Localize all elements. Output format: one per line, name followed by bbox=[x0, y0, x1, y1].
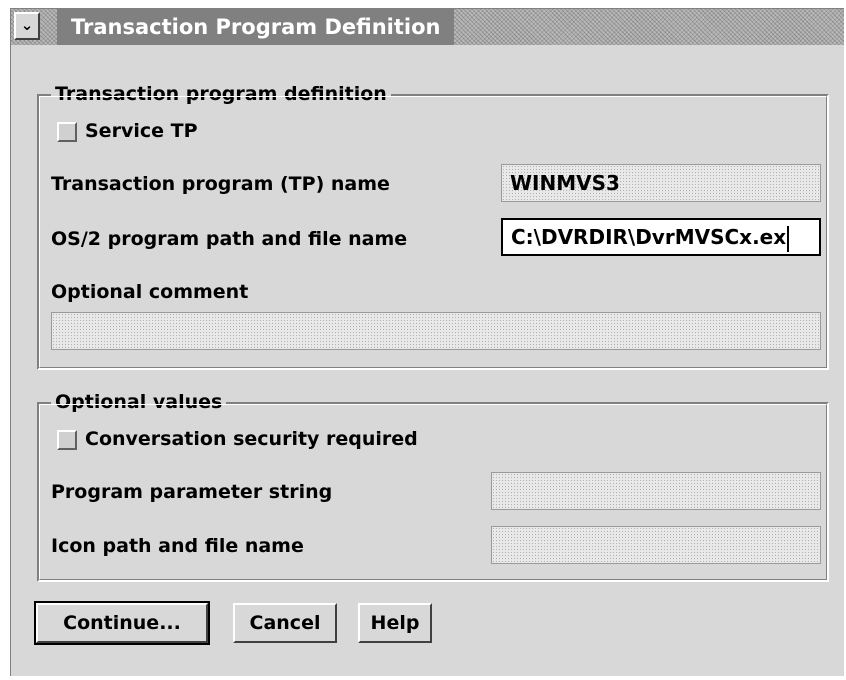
title-bar: ⌄ Transaction Program Definition bbox=[11, 9, 844, 45]
conversation-security-checkbox[interactable] bbox=[57, 430, 77, 450]
icon-path-input[interactable] bbox=[491, 526, 821, 564]
optional-values-group: Optional values Conversation security re… bbox=[37, 387, 829, 582]
help-button[interactable]: Help bbox=[358, 603, 432, 643]
continue-button[interactable]: Continue... bbox=[34, 601, 210, 645]
tp-name-input[interactable]: WINMVS3 bbox=[501, 164, 821, 202]
conversation-security-label[interactable]: Conversation security required bbox=[85, 427, 418, 451]
program-path-label: OS/2 program path and file name bbox=[51, 228, 408, 250]
tp-definition-group-label: Transaction program definition bbox=[51, 79, 391, 109]
comment-input[interactable] bbox=[51, 312, 821, 350]
text-caret bbox=[787, 225, 790, 252]
program-path-input[interactable]: C:\DVRDIR\DvrMVSCx.ex bbox=[501, 218, 821, 256]
cancel-button[interactable]: Cancel bbox=[233, 603, 337, 643]
icon-path-label: Icon path and file name bbox=[51, 535, 304, 557]
service-tp-checkbox[interactable] bbox=[57, 122, 77, 142]
system-menu-icon[interactable]: ⌄ bbox=[14, 12, 40, 40]
optional-values-group-label: Optional values bbox=[51, 387, 227, 417]
tp-definition-group: Transaction program definition Service T… bbox=[37, 79, 829, 370]
tp-name-label: Transaction program (TP) name bbox=[51, 173, 390, 195]
dialog-window: ⌄ Transaction Program Definition Transac… bbox=[10, 8, 844, 676]
program-path-value: C:\DVRDIR\DvrMVSCx.ex bbox=[511, 225, 787, 249]
param-string-label: Program parameter string bbox=[51, 481, 333, 503]
comment-label: Optional comment bbox=[51, 281, 249, 303]
service-tp-label[interactable]: Service TP bbox=[85, 119, 198, 143]
window-title: Transaction Program Definition bbox=[57, 9, 455, 45]
param-string-input[interactable] bbox=[491, 472, 821, 510]
